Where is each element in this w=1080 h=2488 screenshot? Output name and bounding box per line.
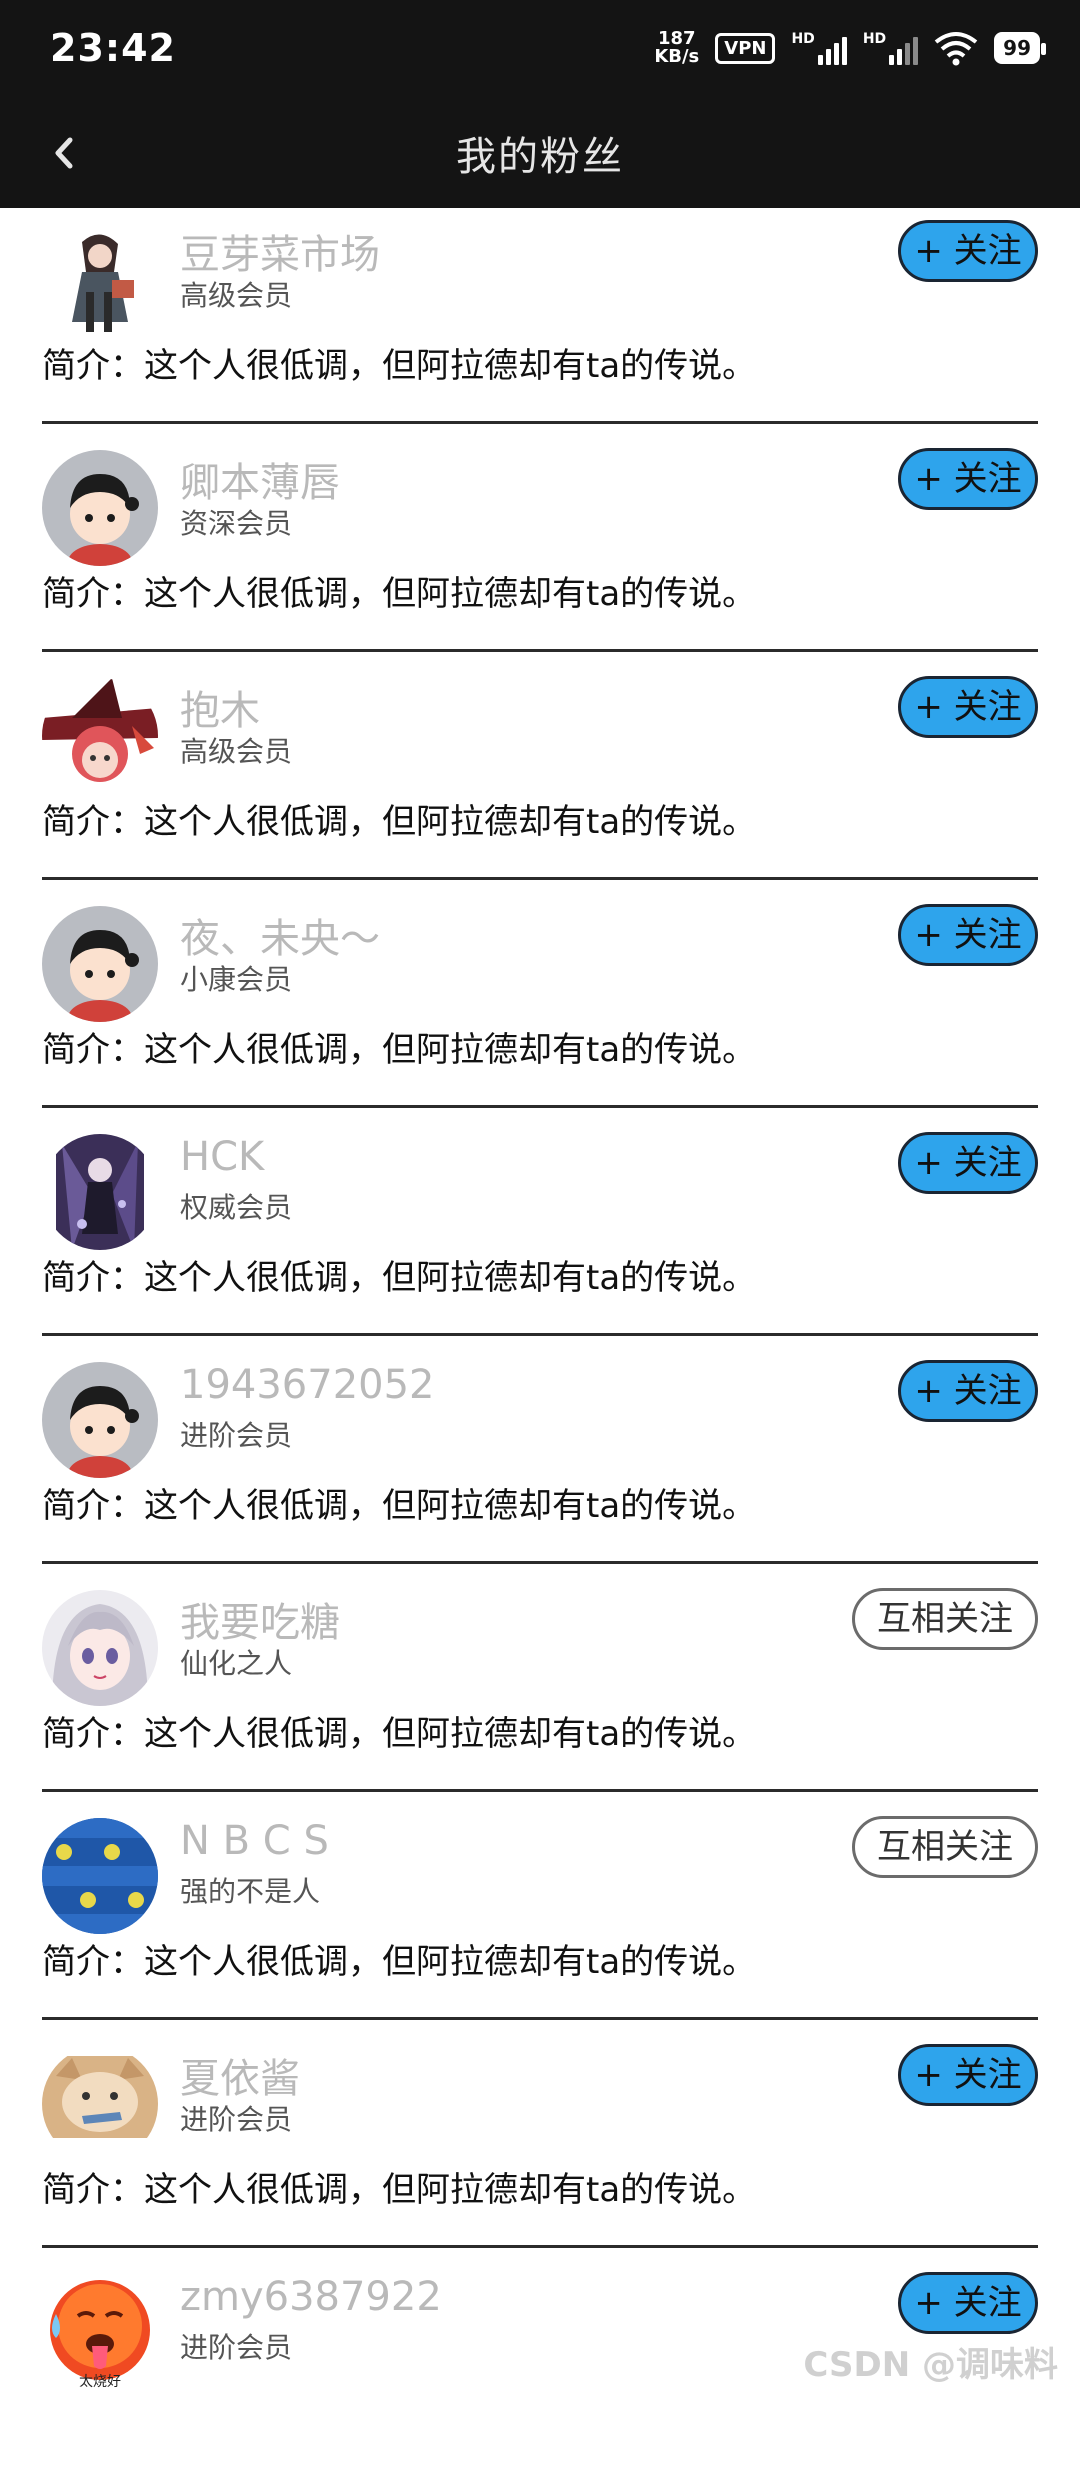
member-level: 高级会员 [180,735,293,768]
wifi-icon [934,32,978,66]
fan-list-item[interactable]: 抱木 高级会员 + 关注 简介：这个人很低调，但阿拉德却有ta的传说。 [0,664,1080,892]
follow-button[interactable]: + 关注 [898,2272,1038,2334]
follow-button[interactable]: + 关注 [898,448,1038,510]
fan-list-item[interactable]: 豆芽菜市场 高级会员 + 关注 简介：这个人很低调，但阿拉德却有ta的传说。 [0,208,1080,436]
member-level: 资深会员 [180,507,293,540]
signal-2-label: HD [862,31,887,47]
fan-name[interactable]: 抱木 [180,678,260,736]
avatar[interactable] [42,2046,158,2162]
fan-name[interactable]: 夏依酱 [180,2046,300,2104]
avatar[interactable] [42,678,158,794]
avatar[interactable] [42,906,158,1022]
fan-name[interactable]: HCK [180,1134,264,1180]
avatar[interactable] [42,1134,158,1250]
signal-1-label: HD [791,31,815,47]
fan-intro: 简介：这个人很低调，但阿拉德却有ta的传说。 [42,1486,757,1526]
status-time: 23:42 [50,26,176,70]
divider [42,1333,1038,1336]
vpn-badge: VPN [715,32,776,64]
avatar[interactable] [42,1590,158,1706]
fan-list-item[interactable]: 夏依酱 进阶会员 + 关注 简介：这个人很低调，但阿拉德却有ta的传说。 [0,2032,1080,2260]
avatar[interactable]: 太烧好 [42,2274,158,2390]
fan-list-item[interactable]: 我要吃糖 仙化之人 互相关注 简介：这个人很低调，但阿拉德却有ta的传说。 [0,1576,1080,1804]
fan-name[interactable]: 我要吃糖 [180,1590,340,1648]
dark-anime-avatar-icon [42,1134,158,1250]
fan-list-item[interactable]: N B C S 强的不是人 互相关注 简介：这个人很低调，但阿拉德却有ta的传说… [0,1804,1080,2032]
net-speed-unit: KB/s [654,46,700,67]
status-bar: 23:42 187 KB/s VPN HD HD 99 [0,0,1080,100]
follow-button[interactable]: + 关注 [898,904,1038,966]
page-title: 我的粉丝 [456,134,624,180]
follow-button[interactable]: + 关注 [898,2044,1038,2106]
divider [42,1561,1038,1564]
fan-intro: 简介：这个人很低调，但阿拉德却有ta的传说。 [42,1258,757,1298]
net-speed: 187 KB/s [654,30,699,66]
divider [42,2017,1038,2020]
divider [42,1105,1038,1108]
watermark: CSDN @调味料 [803,2345,1058,2385]
follow-button[interactable]: + 关注 [898,220,1038,282]
mutual-follow-button[interactable]: 互相关注 [852,1588,1038,1650]
fan-intro: 简介：这个人很低调，但阿拉德却有ta的传说。 [42,2170,757,2210]
fan-intro: 简介：这个人很低调，但阿拉德却有ta的传说。 [42,1030,757,1070]
fan-name[interactable]: 豆芽菜市场 [180,222,380,280]
divider [42,877,1038,880]
fan-list-item[interactable]: 1943672052 进阶会员 + 关注 简介：这个人很低调，但阿拉德却有ta的… [0,1348,1080,1576]
follow-button[interactable]: + 关注 [898,1360,1038,1422]
battery-icon: 99 [994,32,1046,64]
member-level: 进阶会员 [180,2103,293,2136]
member-level: 高级会员 [180,279,293,312]
mutual-follow-button[interactable]: 互相关注 [852,1816,1038,1878]
hot-face-emoji-avatar-icon: 太烧好 [42,2274,158,2390]
fan-name[interactable]: 卿本薄唇 [180,450,340,508]
avatar[interactable] [42,1362,158,1478]
fan-name[interactable]: 1943672052 [180,1362,435,1408]
status-icons: 187 KB/s VPN HD HD 99 [654,30,1046,66]
app-bar: 我的粉丝 [0,100,1080,208]
fan-list-item[interactable]: 夜、未央～ 小康会员 + 关注 简介：这个人很低调，但阿拉德却有ta的传说。 [0,892,1080,1120]
divider [42,421,1038,424]
fan-intro: 简介：这个人很低调，但阿拉德却有ta的传说。 [42,1714,757,1754]
member-level: 进阶会员 [180,1419,293,1452]
member-level: 小康会员 [180,963,293,996]
witch-hat-avatar-icon [42,678,158,794]
cat-avatar-icon [42,2046,158,2162]
avatar-caption: 太烧好 [79,2374,121,2390]
fan-name[interactable]: N B C S [180,1818,329,1864]
member-level: 仙化之人 [180,1647,293,1680]
silver-hair-avatar-icon [42,1590,158,1706]
fan-intro: 简介：这个人很低调，但阿拉德却有ta的传说。 [42,346,757,386]
member-level: 进阶会员 [180,2331,293,2364]
fan-name[interactable]: 夜、未央～ [180,906,380,964]
member-level: 权威会员 [180,1191,293,1224]
default-cartoon-avatar-icon [42,450,158,566]
default-cartoon-avatar-icon [42,906,158,1022]
avatar[interactable] [42,450,158,566]
avatar[interactable] [42,1818,158,1934]
default-cartoon-avatar-icon [42,1362,158,1478]
divider [42,649,1038,652]
fan-intro: 简介：这个人很低调，但阿拉德却有ta的传说。 [42,574,757,614]
divider [42,2245,1038,2248]
fan-list-item[interactable]: HCK 权威会员 + 关注 简介：这个人很低调，但阿拉德却有ta的传说。 [0,1120,1080,1348]
fan-list-item[interactable]: 卿本薄唇 资深会员 + 关注 简介：这个人很低调，但阿拉德却有ta的传说。 [0,436,1080,664]
follow-button[interactable]: + 关注 [898,676,1038,738]
divider [42,1789,1038,1792]
signal-icon-1: HD [791,31,847,65]
anime-girl-avatar-icon [42,222,158,338]
fans-list: 豆芽菜市场 高级会员 + 关注 简介：这个人很低调，但阿拉德却有ta的传说。 卿… [0,208,1080,2488]
follow-button[interactable]: + 关注 [898,1132,1038,1194]
member-level: 强的不是人 [180,1875,321,1908]
fan-intro: 简介：这个人很低调，但阿拉德却有ta的传说。 [42,802,757,842]
signal-icon-2: HD [862,31,919,65]
blue-pattern-avatar-icon [42,1818,158,1934]
fan-name[interactable]: zmy6387922 [180,2274,442,2320]
avatar[interactable] [42,222,158,338]
fan-intro: 简介：这个人很低调，但阿拉德却有ta的传说。 [42,1942,757,1982]
